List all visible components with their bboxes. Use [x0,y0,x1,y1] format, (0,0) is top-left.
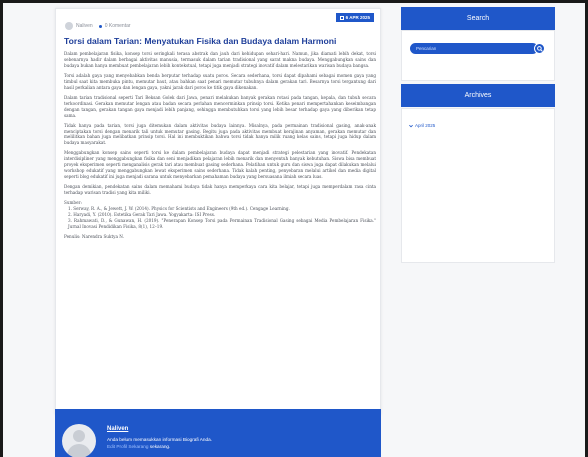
date-badge: 6 APR 2025 [335,13,374,22]
source-item: 3. Rahmawati, D., & Gunawan, H. (2019). … [68,217,376,229]
author-link[interactable]: Naliven [76,23,93,29]
search-widget [401,30,555,81]
author-bio-text: Anda belum memasukkan informasi Biografi… [107,437,213,442]
comment-count[interactable]: 0 Komentar [105,23,131,29]
author-name[interactable]: Naliven [107,426,128,432]
paragraph: Torsi adalah gaya yang menyebabkan benda… [64,72,376,90]
sources: Sumber: 1. Serway, R. A., & Jewett, J. W… [64,200,376,230]
search-icon [536,45,543,52]
search-input[interactable] [410,43,538,54]
comment-icon [98,24,102,28]
paragraph: Dalam tarian tradisional seperti Tari Be… [64,94,376,118]
paragraph: Dengan demikian, pendekatan sains dalam … [64,184,376,196]
sources-list: 1. Serway, R. A., & Jewett, J. W. (2014)… [64,206,376,230]
search-widget-title: Search [401,7,555,30]
archive-item-label: April 2025 [415,123,436,128]
paragraph: Dalam pembelajaran fisika, konsep torsi … [64,51,376,68]
paragraph: Menggabungkan konsep sains seperti torsi… [64,150,376,180]
archives-widget-title: Archives [401,84,555,107]
post-body: Dalam pembelajaran fisika, konsep torsi … [64,51,376,244]
author-bio-suffix: sekarang. [149,443,171,449]
post-meta: Naliven 0 Komentar [65,22,131,30]
article-card: 6 APR 2025 Naliven 0 Komentar Torsi dala… [55,8,381,415]
paragraph: Tidak hanya pada tarian, torsi juga dite… [64,122,376,146]
author-box: Naliven Anda belum memasukkan informasi … [55,409,381,457]
calendar-icon [339,15,344,20]
avatar [62,424,96,457]
author-bio: Anda belum memasukkan informasi Biografi… [107,437,367,450]
author-avatar-small [65,22,73,30]
page: 6 APR 2025 Naliven 0 Komentar Torsi dala… [3,3,585,457]
search-button[interactable] [534,43,545,54]
date-text: 6 APR 2025 [345,15,370,20]
archive-item[interactable]: April 2025 [409,123,435,128]
edit-profile-link[interactable]: Edit Profil Sekarang [107,444,148,449]
writer-credit: Penulis: Narendra Suktya N. [64,233,124,239]
chevron-down-icon [409,124,413,127]
archives-widget: April 2025 [401,108,555,263]
post-title: Torsi dalam Tarian: Menyatukan Fisika da… [64,36,337,46]
